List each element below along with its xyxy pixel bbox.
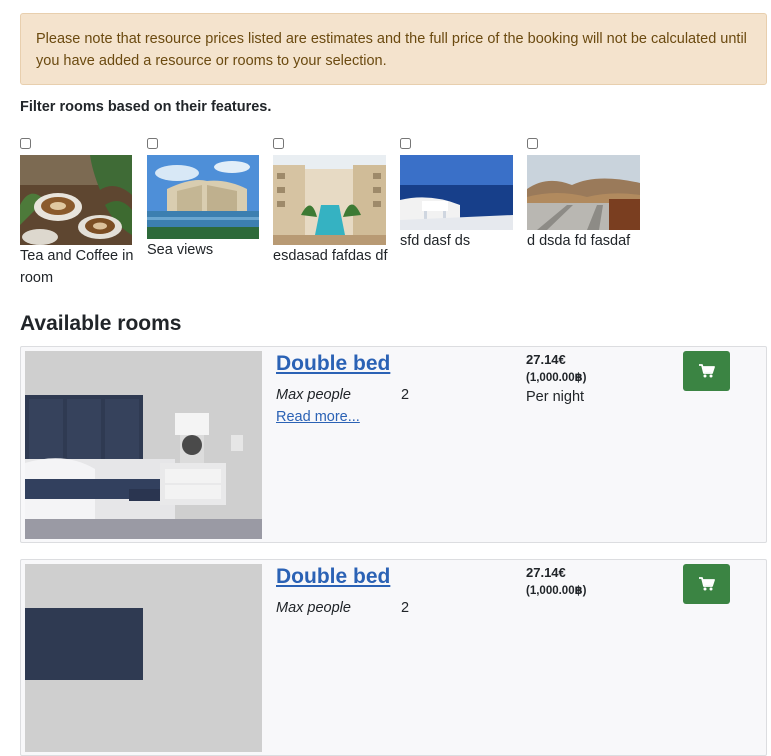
feature-filter-sfd: sfd dasf ds (400, 138, 515, 252)
feature-checkbox[interactable] (400, 138, 411, 149)
room-price: 27.14€ (526, 565, 566, 580)
coffee-cups-image (20, 155, 132, 245)
notice-text: Please note that resource prices listed … (36, 31, 747, 69)
hotel-lake-image (147, 155, 259, 239)
add-to-cart-button[interactable] (683, 564, 730, 604)
max-people-label: Max people (276, 387, 351, 403)
add-to-cart-button[interactable] (683, 351, 730, 391)
feature-label: Sea views (147, 242, 214, 258)
feature-label: esdasad fafdas df (273, 248, 388, 264)
santorini-sea-image (400, 155, 513, 230)
room-name-link[interactable]: Double bed (276, 562, 390, 592)
room-photo[interactable] (25, 564, 262, 752)
resort-pool-image (273, 155, 386, 245)
feature-checkbox[interactable] (527, 138, 538, 149)
terrace-hills-image (527, 155, 640, 230)
feature-checkbox[interactable] (273, 138, 284, 149)
feature-checkbox[interactable] (20, 138, 31, 149)
feature-filter-tea-coffee: Tea and Coffee in room (20, 138, 135, 289)
room-card: Double bed Max people 2 27.14€ (1,000.00… (20, 559, 767, 756)
available-rooms-title: Available rooms (20, 312, 182, 335)
max-people-value: 2 (401, 600, 410, 616)
max-people-value: 2 (401, 387, 410, 403)
room-price: 27.14€ (526, 352, 566, 367)
room-photo[interactable] (25, 351, 262, 539)
price-estimate-notice: Please note that resource prices listed … (20, 13, 767, 85)
read-more-link[interactable]: Read more... (276, 407, 360, 427)
shopping-cart-icon (698, 364, 715, 378)
room-name-link[interactable]: Double bed (276, 349, 390, 379)
feature-label: d dsda fd fasdaf (527, 233, 631, 249)
room-card: Double bed Max people 2 Read more... 27.… (20, 346, 767, 543)
feature-label: sfd dasf ds (400, 233, 471, 249)
feature-filter-ddsda: d dsda fd fasdaf (527, 138, 642, 252)
max-people-label: Max people (276, 600, 351, 616)
feature-label: Tea and Coffee in room (20, 248, 134, 286)
shopping-cart-icon (698, 577, 715, 591)
feature-filter-sea-views: Sea views (147, 138, 262, 261)
room-price-local: (1,000.00฿) (526, 585, 587, 597)
price-unit: Per night (526, 389, 585, 405)
feature-checkbox[interactable] (147, 138, 158, 149)
room-price-local: (1,000.00฿) (526, 372, 587, 384)
feature-filter-esdasad: esdasad fafdas df (273, 138, 388, 267)
filter-title: Filter rooms based on their features. (20, 99, 272, 115)
